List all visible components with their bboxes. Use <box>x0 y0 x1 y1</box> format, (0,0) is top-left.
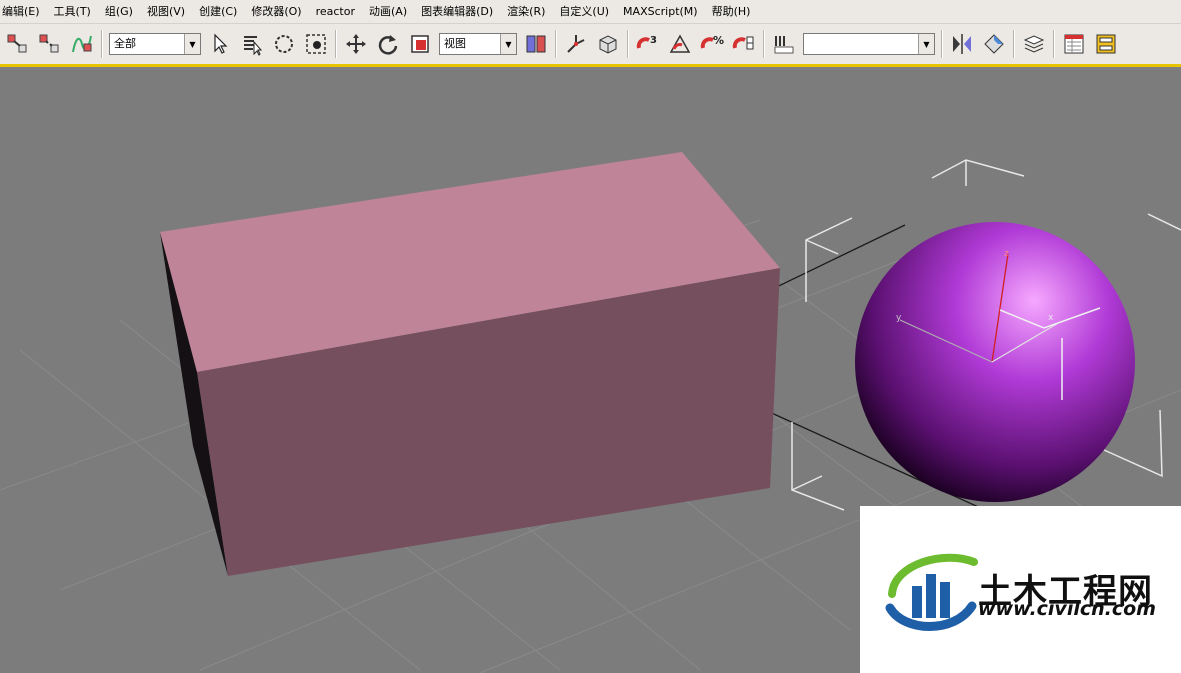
selection-filter-dropdown[interactable]: 全部 ▼ <box>109 33 201 55</box>
unlink-selection-button[interactable] <box>37 29 63 59</box>
align-button[interactable] <box>981 29 1007 59</box>
chevron-down-icon: ▼ <box>184 34 200 54</box>
spinner-snap-icon <box>732 36 754 50</box>
toolbar-separator <box>941 30 943 58</box>
named-selection-sets-dropdown[interactable]: ▼ <box>803 33 935 55</box>
select-object-button[interactable] <box>207 29 233 59</box>
svg-text:3: 3 <box>650 35 657 46</box>
chevron-down-icon: ▼ <box>918 34 934 54</box>
unlink-icon <box>39 34 59 53</box>
toolbar-separator <box>1053 30 1055 58</box>
menu-edit[interactable]: 编辑(E) <box>0 0 47 24</box>
purple-sphere-object[interactable] <box>855 222 1135 502</box>
keyboard-shortcut-override-button[interactable] <box>595 29 621 59</box>
manipulate-icon <box>567 35 585 53</box>
window-crossing-button[interactable] <box>303 29 329 59</box>
menu-tools[interactable]: 工具(T) <box>47 0 98 24</box>
edit-named-selection-button[interactable] <box>771 29 797 59</box>
menu-maxscript[interactable]: MAXScript(M) <box>616 0 705 24</box>
site-watermark: 土木工程网 www.civilcn.com <box>860 506 1181 673</box>
toolbar-separator <box>555 30 557 58</box>
circular-selection-region-button[interactable] <box>271 29 297 59</box>
track-view-icon <box>1064 34 1084 54</box>
select-and-move-button[interactable] <box>343 29 369 59</box>
menu-reactor[interactable]: reactor <box>309 0 362 24</box>
watermark-url: www.civilcn.com <box>978 598 1156 620</box>
menu-modifiers[interactable]: 修改器(O) <box>244 0 308 24</box>
named-selection-sets-value <box>804 34 918 54</box>
cube-icon <box>599 35 617 54</box>
align-icon <box>984 34 1004 54</box>
menu-help[interactable]: 帮助(H) <box>705 0 758 24</box>
menu-views[interactable]: 视图(V) <box>140 0 192 24</box>
percent-snap-toggle-button[interactable]: % <box>699 29 725 59</box>
curve-editor-button[interactable] <box>1061 29 1087 59</box>
chevron-down-icon: ▼ <box>500 34 516 54</box>
select-and-link-button[interactable] <box>5 29 31 59</box>
angle-snap-icon <box>669 34 691 53</box>
percent-snap-icon: % <box>700 34 724 49</box>
menu-create[interactable]: 创建(C) <box>192 0 244 24</box>
snaps-toggle-button[interactable]: 3 <box>635 29 661 59</box>
mirror-icon <box>953 34 971 54</box>
menu-graph-editors[interactable]: 图表编辑器(D) <box>414 0 500 24</box>
scale-icon <box>411 35 429 53</box>
toolbar-separator <box>101 30 103 58</box>
pink-box-object[interactable] <box>160 152 780 576</box>
selection-filter-value: 全部 <box>114 37 136 50</box>
3dsmax-window: 编辑(E) 工具(T) 组(G) 视图(V) 创建(C) 修改器(O) reac… <box>0 0 1181 673</box>
gizmo-label-y: y <box>896 313 902 323</box>
crossing-icon <box>306 34 326 54</box>
menu-rendering[interactable]: 渲染(R) <box>500 0 552 24</box>
menu-group[interactable]: 组(G) <box>98 0 140 24</box>
rotate-icon <box>378 35 398 55</box>
menu-bar: 编辑(E) 工具(T) 组(G) 视图(V) 创建(C) 修改器(O) reac… <box>0 0 1181 24</box>
cursor-arrow-icon <box>214 33 228 54</box>
angle-snap-toggle-button[interactable] <box>667 29 693 59</box>
named-selection-icon <box>774 36 794 54</box>
svg-text:%: % <box>713 34 724 47</box>
toolbar-separator <box>1013 30 1015 58</box>
menu-customize[interactable]: 自定义(U) <box>552 0 616 24</box>
mirror-button[interactable] <box>949 29 975 59</box>
select-and-rotate-button[interactable] <box>375 29 401 59</box>
pivot-center-icon <box>526 35 546 53</box>
reference-coordinate-dropdown[interactable]: 视图 ▼ <box>439 33 517 55</box>
link-icon <box>7 34 27 53</box>
select-by-name-icon <box>244 36 263 56</box>
spinner-snap-toggle-button[interactable] <box>731 29 757 59</box>
schematic-view-button[interactable] <box>1093 29 1119 59</box>
civilcn-logo-icon <box>885 553 978 631</box>
use-pivot-point-center-button[interactable] <box>523 29 549 59</box>
menu-animation[interactable]: 动画(A) <box>362 0 414 24</box>
space-warp-icon <box>72 35 92 53</box>
select-by-name-button[interactable] <box>239 29 265 59</box>
main-toolbar: 全部 ▼ 视图 ▼ 3 % ▼ <box>0 24 1181 67</box>
bind-space-warp-button[interactable] <box>69 29 95 59</box>
select-and-scale-button[interactable] <box>407 29 433 59</box>
move-icon <box>346 34 366 54</box>
schematic-icon <box>1096 34 1116 54</box>
gizmo-label-x: x <box>1048 313 1054 323</box>
toolbar-separator <box>763 30 765 58</box>
gizmo-label-z: z <box>1004 249 1009 259</box>
magnet-3-icon: 3 <box>636 35 657 49</box>
select-and-manipulate-button[interactable] <box>563 29 589 59</box>
toolbar-separator <box>335 30 337 58</box>
circle-region-icon <box>275 35 293 53</box>
layer-manager-button[interactable] <box>1021 29 1047 59</box>
reference-coordinate-value: 视图 <box>444 37 466 50</box>
toolbar-separator <box>627 30 629 58</box>
layers-icon <box>1023 35 1045 53</box>
